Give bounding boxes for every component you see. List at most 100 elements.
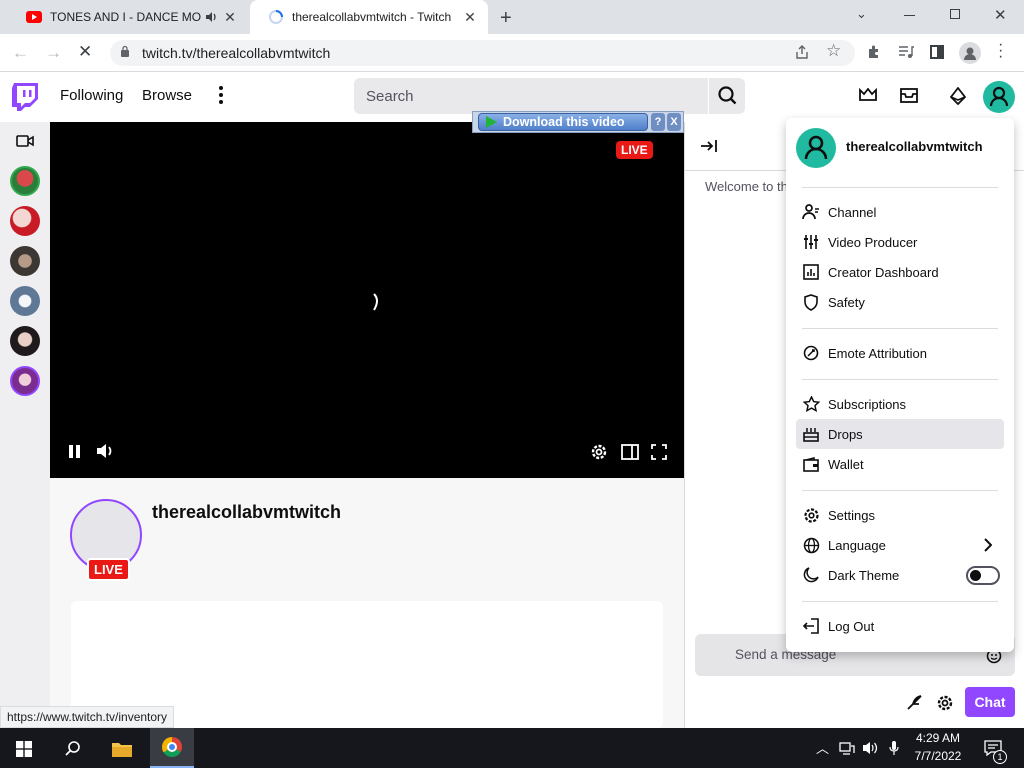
moon-icon [800,560,822,590]
download-video-button[interactable]: Download this video [478,113,648,131]
channel-avatar[interactable] [10,166,40,196]
bits-feather-icon[interactable] [906,694,924,710]
share-icon[interactable] [794,44,810,60]
menu-item-video-producer[interactable]: Video Producer [796,227,1004,257]
volume-icon[interactable] [96,443,114,459]
lock-icon[interactable] [120,45,130,58]
nav-browse[interactable]: Browse [142,87,192,104]
inbox-icon[interactable] [900,88,918,103]
menu-label: Drops [828,426,863,442]
menu-item-settings[interactable]: Settings [796,500,1004,530]
channel-avatar[interactable] [10,326,40,356]
menu-item-safety[interactable]: Safety [796,287,1004,317]
chrome-menu-icon[interactable]: · · · [998,37,1003,65]
download-help-button[interactable]: ? [651,113,665,131]
globe-icon [800,530,822,560]
side-panel-icon[interactable] [930,45,944,59]
profile-icon[interactable] [959,42,981,64]
menu-item-log-out[interactable]: Log Out [796,611,1004,641]
menu-label: Dark Theme [828,567,900,583]
more-icon[interactable] [219,86,225,104]
back-icon[interactable]: ← [12,43,29,63]
gear-icon [800,500,822,530]
menu-item-language[interactable]: Language [796,530,1004,560]
search-button[interactable] [709,78,745,114]
nav-following[interactable]: Following [60,87,123,104]
minimize-icon[interactable] [904,15,915,16]
dark-theme-toggle[interactable] [966,566,1000,585]
download-label: Download this video [503,115,625,129]
theatre-mode-icon[interactable] [621,444,639,460]
menu-item-emote-attribution[interactable]: Emote Attribution [796,338,1004,368]
user-avatar-button[interactable] [983,81,1015,113]
channel-avatar[interactable] [10,366,40,396]
chat-settings-icon[interactable] [936,694,954,712]
fullscreen-icon[interactable] [651,444,667,460]
menu-username[interactable]: therealcollabvmtwitch [846,139,983,154]
pause-icon[interactable] [68,444,82,459]
bookmark-star-icon[interactable]: ☆ [826,41,841,61]
windows-start-icon[interactable] [16,741,32,757]
download-close-button[interactable]: X [667,113,681,131]
person-icon [800,197,822,227]
forward-icon[interactable]: → [45,43,62,63]
menu-item-creator-dashboard[interactable]: Creator Dashboard [796,257,1004,287]
menu-avatar [796,128,836,168]
chat-send-button[interactable]: Chat [965,687,1015,717]
settings-gear-icon[interactable] [590,443,608,461]
menu-item-wallet[interactable]: Wallet [796,449,1004,479]
collapse-chat-icon[interactable] [700,138,718,154]
browser-tab-youtube[interactable]: TONES AND I - DANCE MONKEY ✕ [8,0,248,34]
microphone-icon[interactable] [889,740,899,756]
menu-item-drops[interactable]: Drops [796,419,1004,449]
clock-date[interactable]: 7/7/2022 [903,749,973,763]
tab-search-icon[interactable]: ⌄ [856,6,867,22]
volume-icon[interactable] [862,741,880,755]
crown-icon[interactable] [859,88,877,102]
menu-label: Video Producer [828,234,918,250]
menu-label: Emote Attribution [828,345,927,361]
close-window-icon[interactable]: ✕ [994,6,1007,24]
live-badge: LIVE [616,141,653,159]
search-icon[interactable] [64,740,82,758]
channel-avatar[interactable] [10,246,40,276]
channel-avatar[interactable] [10,206,40,236]
new-tab-icon[interactable]: + [500,7,512,30]
menu-label: Safety [828,294,865,310]
clock-time[interactable]: 4:29 AM [903,731,973,745]
show-hidden-icons[interactable]: ︿ [816,738,829,757]
play-icon [486,116,497,128]
speaker-icon[interactable] [204,10,218,24]
close-tab-icon[interactable]: ✕ [462,9,478,25]
tab-title: TONES AND I - DANCE MONKEY [50,10,202,24]
shield-icon [800,287,822,317]
browser-tab-twitch[interactable]: therealcollabvmtwitch - Twitch ✕ [250,0,488,34]
menu-divider [802,490,998,491]
search-input[interactable]: Search [354,78,708,114]
twitch-logo-icon[interactable] [12,83,38,111]
restore-icon[interactable] [950,9,960,19]
menu-label: Subscriptions [828,396,907,412]
notification-count: 1 [993,750,1007,764]
media-control-icon[interactable] [898,45,914,59]
network-icon[interactable] [839,741,855,755]
bits-icon[interactable] [950,87,966,105]
menu-item-dark-theme[interactable]: Dark Theme [796,560,1004,590]
menu-label: Log Out [828,618,875,634]
close-tab-icon[interactable]: ✕ [222,9,238,25]
sliders-icon [800,227,822,257]
menu-item-channel[interactable]: Channel [796,197,1004,227]
extensions-icon[interactable] [866,44,882,60]
channel-name[interactable]: therealcollabvmtwitch [152,502,341,523]
tab-title: therealcollabvmtwitch - Twitch [292,10,452,24]
channel-avatar[interactable] [10,286,40,316]
file-explorer-icon[interactable] [111,740,133,758]
user-icon [989,86,1009,107]
video-camera-icon[interactable] [16,134,34,148]
toggle-knob [970,570,981,581]
user-dropdown-menu: therealcollabvmtwitch Channel Video Prod… [786,118,1014,652]
reload-stop-icon[interactable]: ✕ [78,42,92,62]
menu-item-subscriptions[interactable]: Subscriptions [796,389,1004,419]
emote-icon [800,338,822,368]
url-text[interactable]: twitch.tv/therealcollabvmtwitch [142,45,330,61]
